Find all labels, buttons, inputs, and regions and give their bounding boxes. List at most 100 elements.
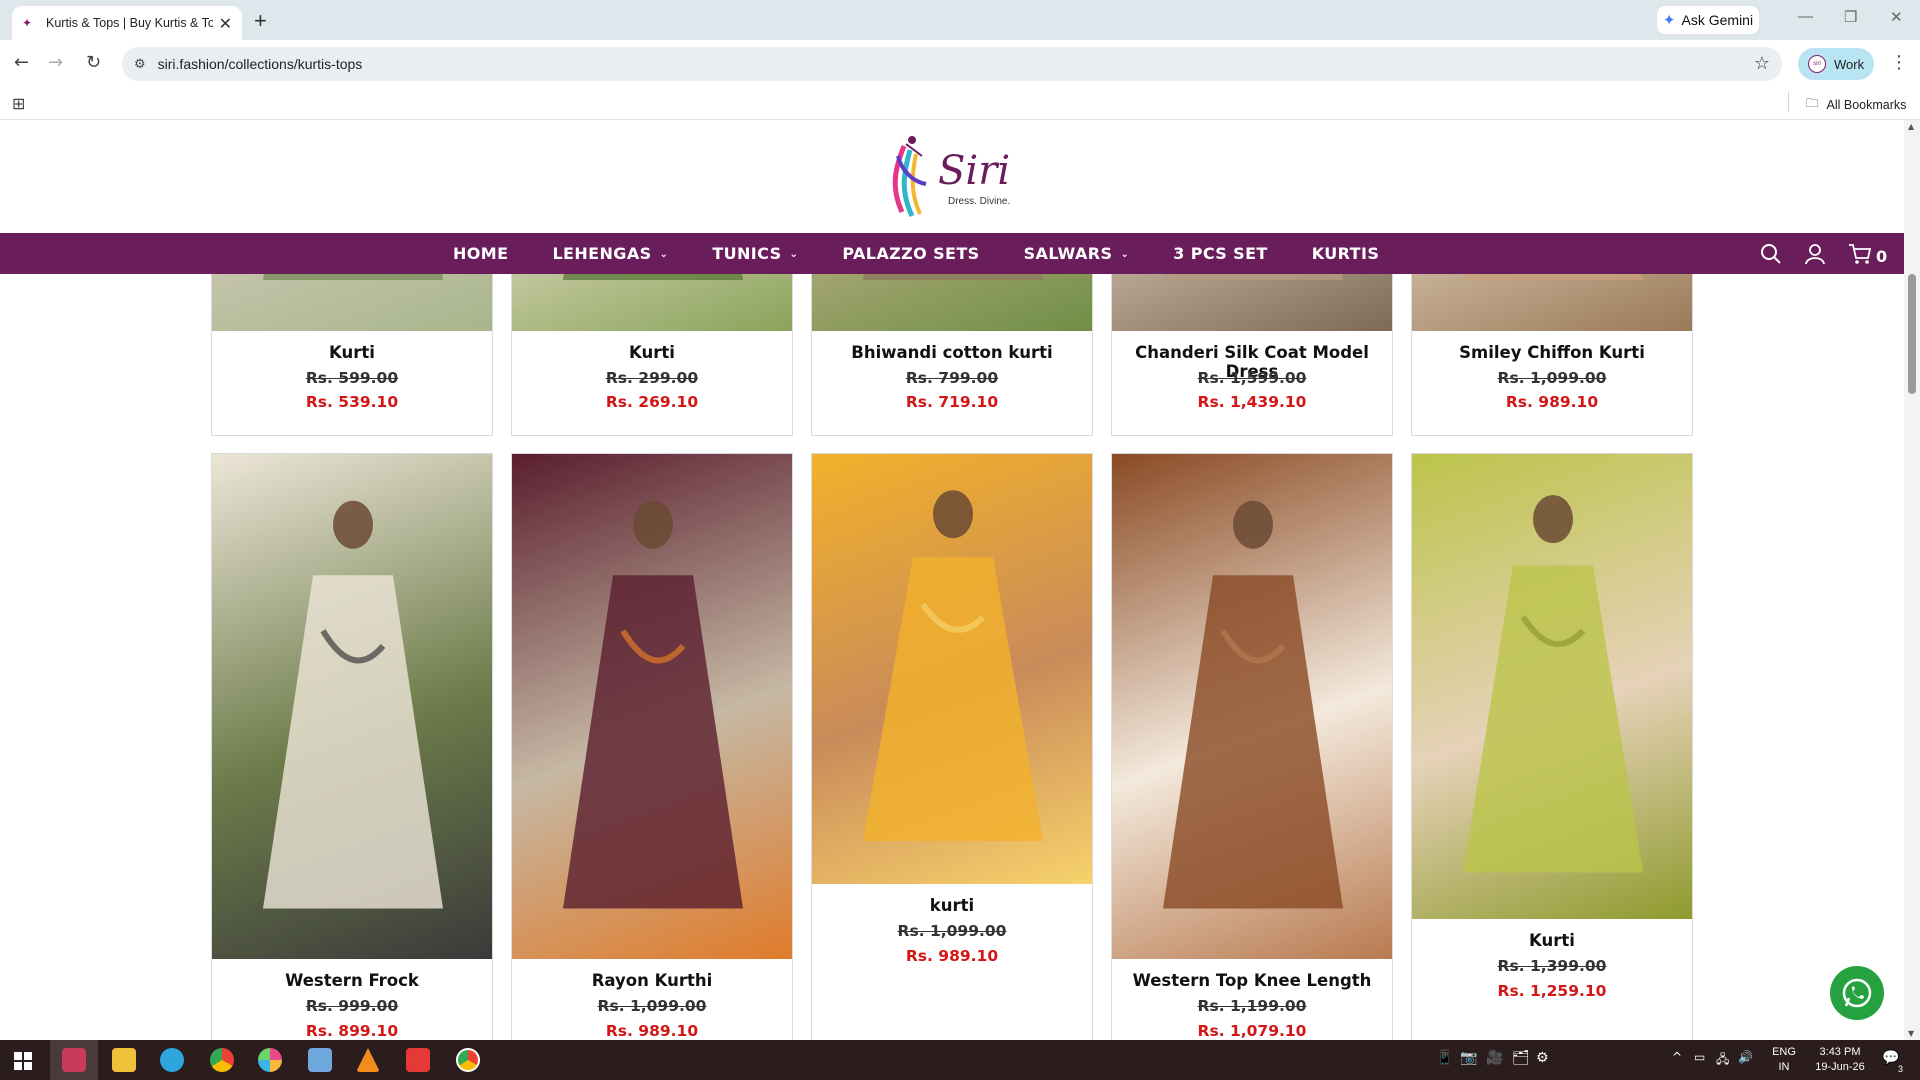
product-name[interactable]: Western Frock: [212, 971, 492, 990]
product-image[interactable]: [1412, 454, 1692, 919]
page-viewport: Kurti Rs. 599.00 Rs. 539.10 Kurti Rs. 299.00…: [0, 120, 1920, 1040]
close-window-icon[interactable]: ✕: [1890, 8, 1903, 26]
nav-item-palazzo-sets[interactable]: PALAZZO SETS: [842, 244, 979, 263]
volume-icon[interactable]: 🔊: [1738, 1050, 1753, 1064]
browser-tab[interactable]: ✦ Kurtis & Tops | Buy Kurtis & Tops ✕: [12, 6, 242, 40]
product-sale-price: Rs. 719.10: [905, 393, 999, 411]
language-indicator[interactable]: ENG IN: [1764, 1045, 1804, 1075]
product-sale-price: Rs. 539.10: [305, 393, 399, 411]
tray-chevron-icon[interactable]: ^: [1672, 1050, 1682, 1064]
site-favicon-icon: ✦: [22, 16, 33, 30]
phone-link-icon[interactable]: 📱: [1436, 1050, 1453, 1066]
video-icon[interactable]: 🎥: [1486, 1050, 1503, 1066]
scrollbar-thumb[interactable]: [1908, 274, 1916, 394]
site-header: Siri Dress. Divine.: [0, 120, 1904, 233]
bookmark-star-icon[interactable]: ☆: [1754, 53, 1770, 74]
tab-bar: ✦ Kurtis & Tops | Buy Kurtis & Tops ✕ + …: [0, 0, 1920, 40]
all-bookmarks-button[interactable]: 🗀 All Bookmarks: [1806, 94, 1906, 115]
product-name[interactable]: Bhiwandi cotton kurti: [812, 343, 1092, 362]
nav-item-lehengas[interactable]: LEHENGAS ⌄: [552, 244, 668, 263]
nav-item-tunics[interactable]: TUNICS ⌄: [712, 244, 798, 263]
product-card[interactable]: kurti Rs. 1,099.00 Rs. 989.10: [811, 453, 1093, 1040]
chrome-active-icon[interactable]: [456, 1048, 480, 1072]
model-figure: [863, 490, 1043, 841]
product-name[interactable]: Rayon Kurthi: [512, 971, 792, 990]
product-sale-price: Rs. 269.10: [605, 393, 699, 411]
address-bar[interactable]: ⚙ siri.fashion/collections/kurtis-tops ☆: [122, 47, 1782, 81]
nav-item-label: KURTIS: [1311, 244, 1380, 263]
product-name[interactable]: Western Top Knee Length: [1112, 971, 1392, 990]
product-original-price: Rs. 1,099.00: [897, 922, 1007, 940]
search-icon[interactable]: [1760, 243, 1782, 265]
account-icon[interactable]: [1804, 243, 1826, 265]
product-name[interactable]: Smiley Chiffon Kurti: [1412, 343, 1692, 362]
product-original-price: Rs. 1,099.00: [597, 997, 707, 1015]
page-scrollbar[interactable]: ▲ ▼: [1904, 120, 1920, 1040]
product-name[interactable]: kurti: [812, 896, 1092, 915]
nav-item-home[interactable]: HOME: [453, 244, 508, 263]
product-name[interactable]: Kurti: [512, 343, 792, 362]
cart-icon[interactable]: [1848, 243, 1872, 265]
site-info-icon[interactable]: ⚙: [134, 57, 146, 72]
ask-gemini-button[interactable]: ✦ Ask Gemini: [1657, 6, 1759, 34]
siri-logo[interactable]: Siri Dress. Divine.: [876, 126, 1026, 226]
product-card[interactable]: Western Top Knee Length Rs. 1,199.00 Rs. 1…: [1111, 453, 1393, 1040]
nav-item-label: SALWARS: [1023, 244, 1113, 263]
profile-label: Work: [1834, 56, 1865, 72]
apps-grid-icon[interactable]: ⊞: [12, 94, 25, 113]
app-figma-icon: [62, 1048, 86, 1072]
model-figure: [1463, 495, 1643, 873]
chevron-down-icon: ⌄: [1120, 249, 1130, 260]
product-card[interactable]: Rayon Kurthi Rs. 1,099.00 Rs. 989.10: [511, 453, 793, 1040]
notification-icon[interactable]: 💬: [1882, 1050, 1899, 1066]
file-explorer-icon[interactable]: [112, 1048, 136, 1072]
logo-tagline: Dress. Divine.: [948, 196, 1010, 207]
product-image[interactable]: [812, 454, 1092, 884]
product-image[interactable]: [212, 454, 492, 959]
anydesk-icon[interactable]: [406, 1048, 430, 1072]
laptop-app-icon[interactable]: [308, 1048, 332, 1072]
scroll-up-icon[interactable]: ▲: [1908, 122, 1914, 131]
restore-icon[interactable]: ❐: [1844, 8, 1857, 26]
profile-button[interactable]: siri Work: [1798, 48, 1874, 80]
nav-item-salwars[interactable]: SALWARS ⌄: [1024, 244, 1130, 263]
scroll-down-icon[interactable]: ▼: [1908, 1029, 1914, 1038]
product-sale-price: Rs. 1,079.10: [1197, 1022, 1307, 1040]
product-card[interactable]: Western Frock Rs. 999.00 Rs. 899.10: [211, 453, 493, 1040]
product-sale-price: Rs. 1,259.10: [1497, 982, 1607, 1000]
device-icon[interactable]: ▭: [1694, 1050, 1705, 1064]
product-image[interactable]: [1112, 454, 1392, 959]
product-card[interactable]: Kurti Rs. 1,399.00 Rs. 1,259.10: [1411, 453, 1693, 1040]
windows-taskbar: 📱 📷 🎥 🗂 ⚙ ^ ▭ 🖧 🔊 ENG IN 3:43 PM 19-Jun-…: [0, 1040, 1920, 1080]
product-image[interactable]: [512, 454, 792, 959]
region-text: IN: [1778, 1061, 1790, 1073]
tab-title: Kurtis & Tops | Buy Kurtis & Tops: [46, 16, 213, 30]
close-tab-icon[interactable]: ✕: [219, 14, 232, 33]
product-name[interactable]: Kurti: [1412, 931, 1692, 950]
windows-start-icon[interactable]: [14, 1052, 32, 1070]
forward-icon[interactable]: →: [48, 52, 63, 73]
camera-icon[interactable]: 📷: [1460, 1050, 1477, 1066]
product-original-price: Rs. 299.00: [605, 369, 699, 387]
telegram-icon[interactable]: [160, 1048, 184, 1072]
files-icon[interactable]: 🗂: [1512, 1050, 1530, 1066]
clock[interactable]: 3:43 PM 19-Jun-26: [1808, 1045, 1872, 1075]
nav-item-3-pcs-set[interactable]: 3 PCS SET: [1173, 244, 1268, 263]
nav-item-kurtis[interactable]: KURTIS: [1312, 244, 1380, 263]
chrome-icon[interactable]: [210, 1048, 234, 1072]
minimize-icon[interactable]: —: [1798, 8, 1813, 25]
taskbar-active-app[interactable]: [50, 1040, 98, 1080]
reload-icon[interactable]: ↻: [86, 52, 101, 73]
back-icon[interactable]: ←: [14, 52, 29, 73]
vlc-icon[interactable]: [356, 1048, 380, 1072]
settings-gear-icon[interactable]: ⚙: [1536, 1050, 1549, 1066]
network-icon[interactable]: 🖧: [1716, 1050, 1729, 1071]
nav-item-label: LEHENGAS: [552, 244, 652, 263]
new-tab-button[interactable]: +: [254, 8, 267, 34]
whatsapp-button[interactable]: [1830, 966, 1884, 1020]
photos-icon[interactable]: [258, 1048, 282, 1072]
product-name[interactable]: Kurti: [212, 343, 492, 362]
nav-item-label: 3 PCS SET: [1173, 244, 1268, 263]
menu-kebab-icon[interactable]: ⋮: [1890, 52, 1908, 73]
product-original-price: Rs. 1,099.00: [1497, 369, 1607, 387]
